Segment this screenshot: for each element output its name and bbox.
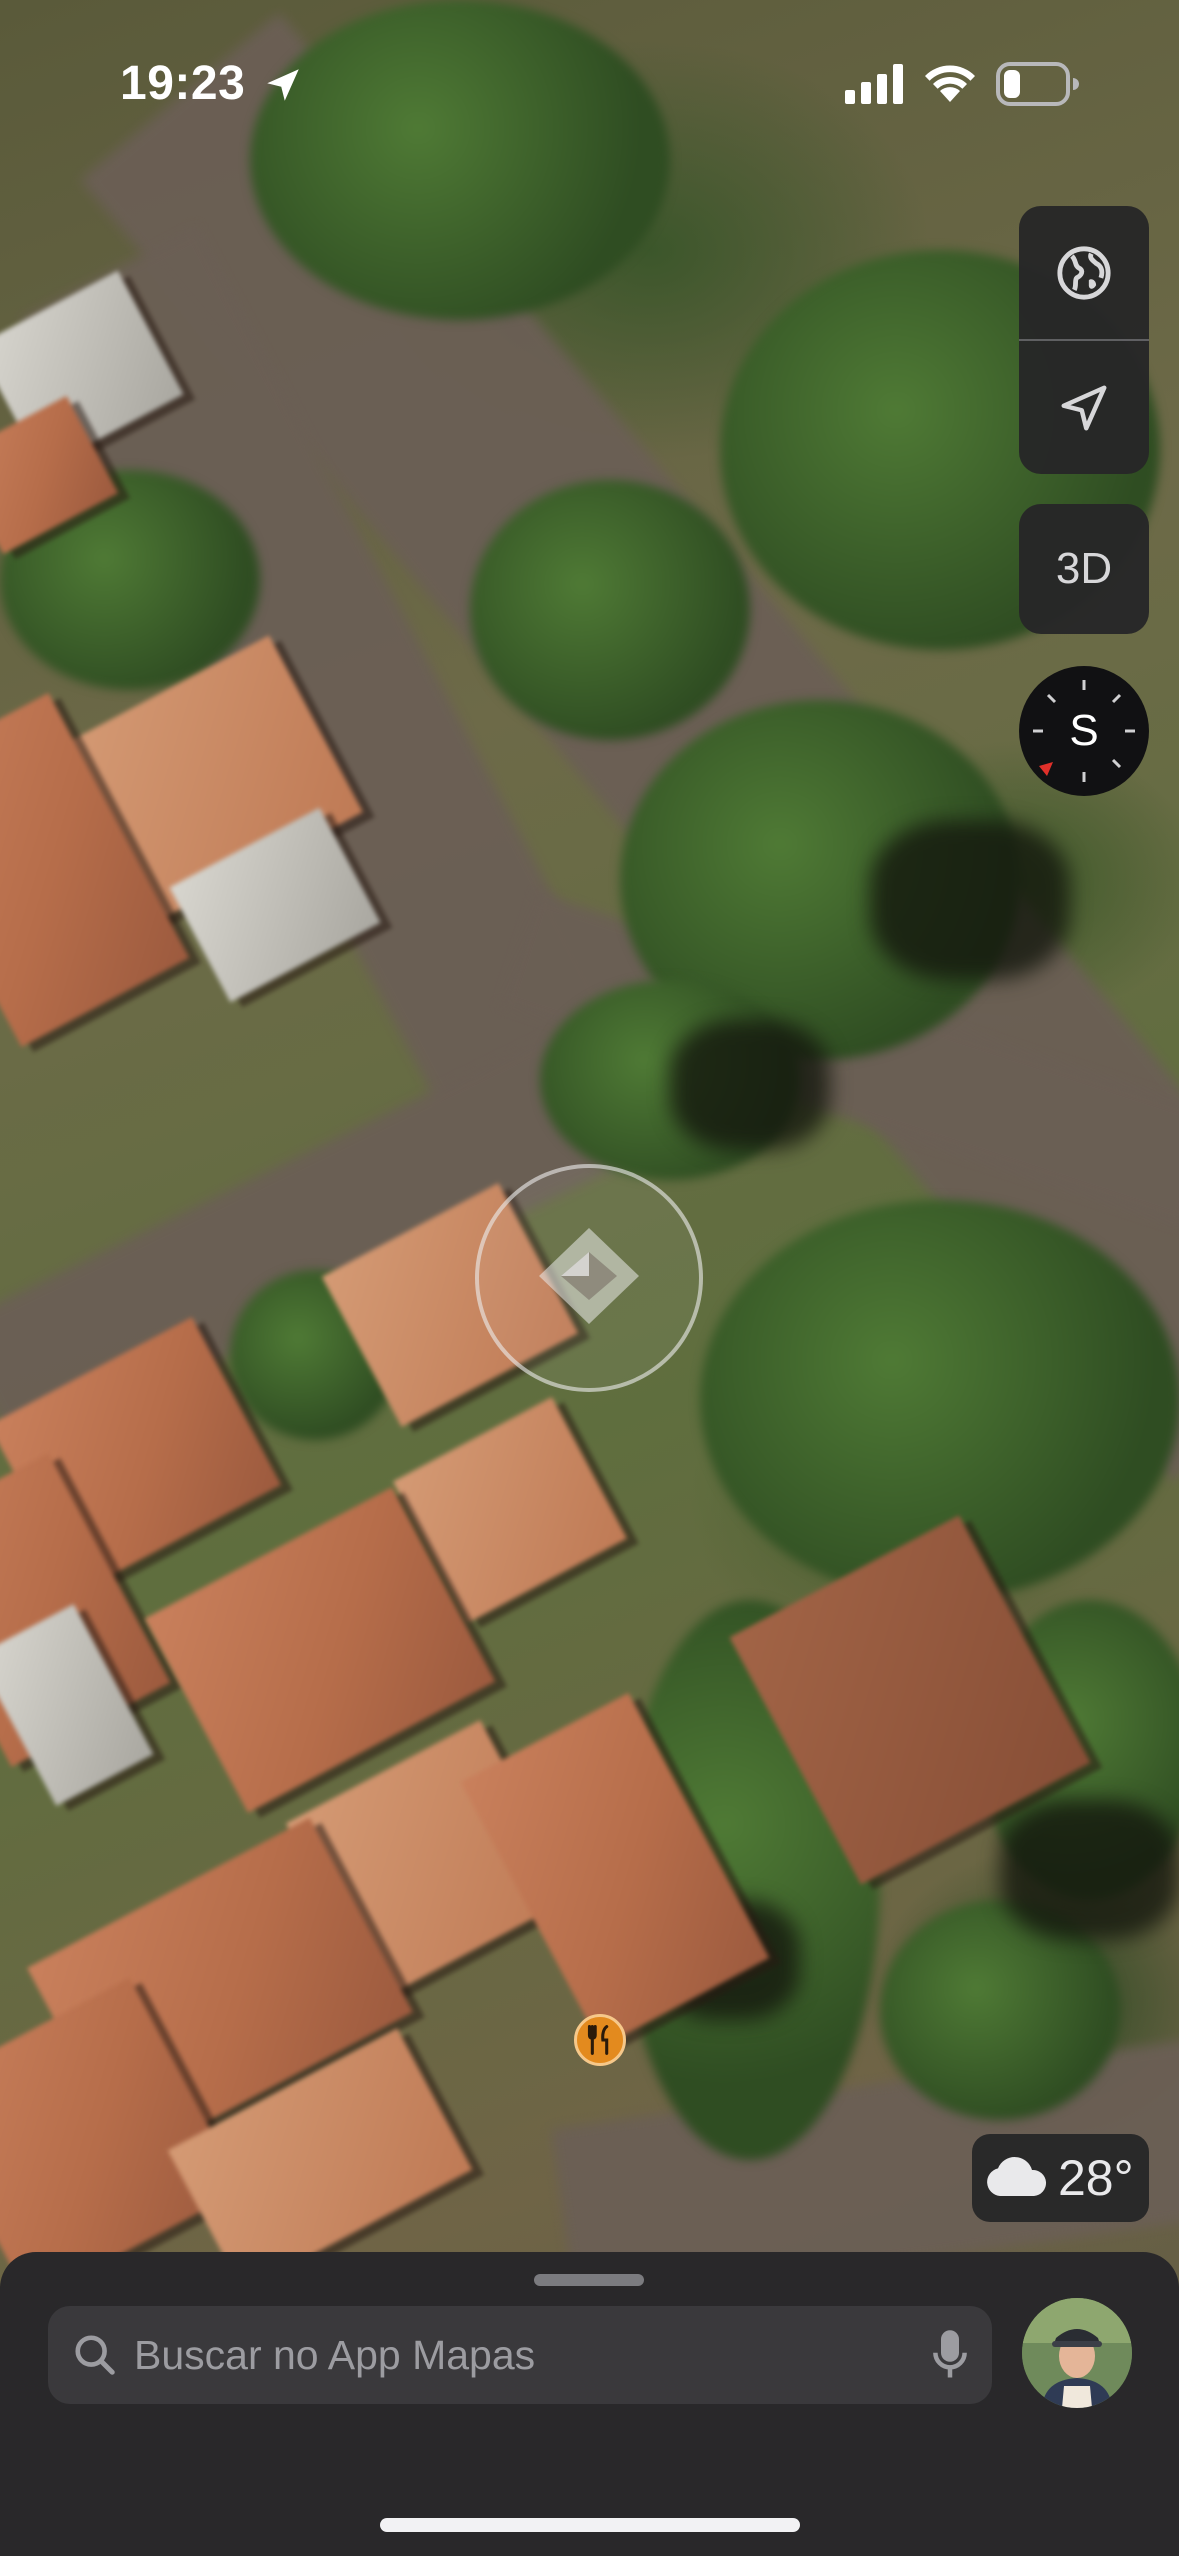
fork-knife-icon — [587, 2025, 609, 2055]
status-time: 19:23 — [120, 57, 246, 110]
wifi-icon — [925, 65, 975, 102]
compass-button[interactable]: S — [1019, 666, 1149, 796]
map-controls-group — [1019, 206, 1149, 474]
map-mode-button[interactable] — [1019, 206, 1149, 339]
user-photo — [1022, 2298, 1132, 2408]
sheet-grabber[interactable] — [534, 2274, 644, 2286]
location-arrow-icon — [267, 69, 299, 101]
compass-heading: S — [1069, 706, 1099, 755]
tracking-button[interactable] — [1019, 341, 1149, 474]
map-center-logo-icon — [539, 1228, 639, 1324]
globe-icon — [1057, 245, 1111, 300]
search-input[interactable]: Buscar no App Mapas — [48, 2306, 992, 2404]
microphone-icon[interactable] — [932, 2328, 968, 2382]
search-icon — [75, 2335, 115, 2375]
home-indicator[interactable] — [380, 2518, 800, 2532]
cellular-signal-icon — [845, 64, 903, 104]
status-bar: 19:23 — [0, 0, 1179, 150]
3d-toggle-button[interactable]: 3D — [1019, 504, 1149, 634]
search-placeholder: Buscar no App Mapas — [134, 2332, 536, 2378]
bottom-sheet[interactable]: Buscar no App Mapas — [0, 2252, 1179, 2556]
cloud-icon — [987, 2157, 1047, 2196]
location-arrow-icon — [1061, 385, 1107, 430]
battery-low-icon — [996, 62, 1079, 106]
maps-screen: 19:23 3D S 28° Buscar no App Mapas — [0, 0, 1179, 2556]
restaurant-pin[interactable] — [574, 2014, 626, 2066]
weather-chip[interactable]: 28° — [972, 2134, 1149, 2222]
avatar[interactable] — [1022, 2298, 1132, 2408]
map-center-marker — [475, 1164, 703, 1392]
weather-temperature: 28° — [1058, 2150, 1134, 2206]
